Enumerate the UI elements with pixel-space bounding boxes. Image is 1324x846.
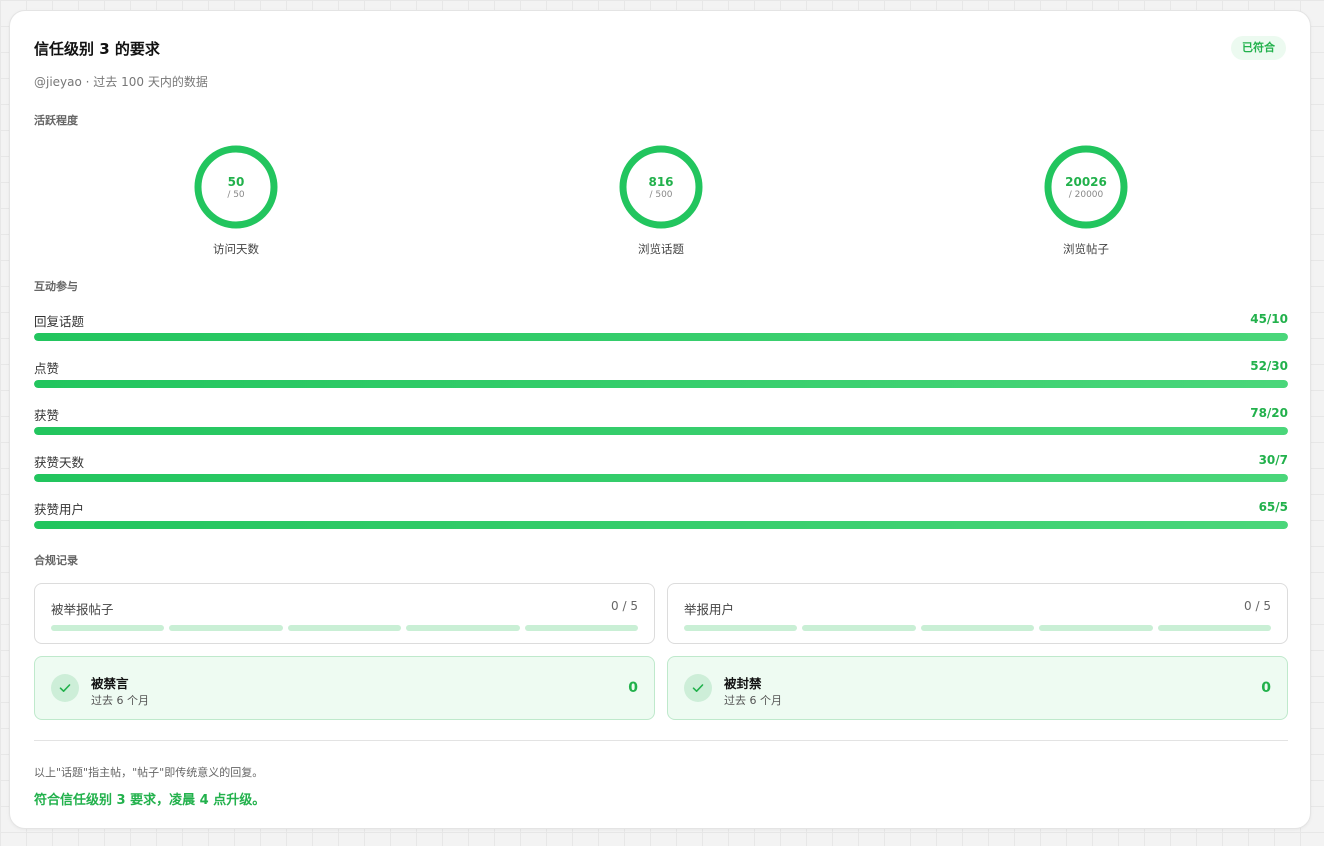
section-heading-engagement: 互动参与: [34, 280, 78, 293]
ring-target: / 50: [227, 190, 245, 200]
progress-track: [34, 427, 1288, 435]
trust-level-card: 信任级别 3 的要求 已符合 @jieyao · 过去 100 天内的数据 活跃…: [9, 10, 1311, 829]
ring-visit-days: 50 / 50 访问天数: [176, 145, 296, 265]
progress-value: 65/5: [1258, 500, 1288, 514]
ring-target: / 500: [649, 190, 673, 200]
progress-fill: [34, 333, 1288, 341]
progress-track: [34, 380, 1288, 388]
progress-label: 获赞: [34, 408, 60, 423]
progress-label: 获赞用户: [34, 502, 85, 517]
progress-value: 30/7: [1258, 453, 1288, 467]
section-heading-activity: 活跃程度: [34, 114, 78, 127]
ring-label: 访问天数: [213, 242, 259, 256]
progress-row-liked-days: 获赞天数 30/7: [34, 452, 1288, 486]
suspended-box: 被封禁 过去 6 个月 0: [667, 656, 1288, 720]
ring-value: 20026: [1065, 175, 1107, 189]
ring-value: 816: [648, 175, 674, 189]
reported-users-box: 举报用户 0 / 5: [667, 583, 1288, 644]
ban-count: 0: [628, 680, 638, 696]
section-heading-compliance: 合规记录: [34, 554, 78, 567]
segment: [684, 625, 798, 631]
ring-topics-viewed: 816 / 500 浏览话题: [601, 145, 721, 265]
progress-track: [34, 474, 1288, 482]
ring-target: / 20000: [1068, 190, 1104, 200]
progress-row-replies: 回复话题 45/10: [34, 311, 1288, 345]
card-subtitle: @jieyao · 过去 100 天内的数据: [34, 75, 208, 89]
reported-posts-box: 被举报帖子 0 / 5: [34, 583, 655, 644]
progress-row-likes-received: 获赞 78/20: [34, 405, 1288, 439]
progress-fill: [34, 474, 1288, 482]
segment: [169, 625, 283, 631]
segment: [51, 625, 165, 631]
progress-row-likes-given: 点赞 52/30: [34, 358, 1288, 392]
progress-label: 获赞天数: [34, 455, 85, 470]
check-icon: [51, 674, 79, 702]
progress-fill: [34, 521, 1288, 529]
conclusion-text: 符合信任级别 3 要求，凌晨 4 点升级。: [34, 793, 266, 808]
segment-bar: [684, 625, 1272, 631]
progress-label: 回复话题: [34, 314, 85, 329]
progress-fill: [34, 380, 1288, 388]
silenced-box: 被禁言 过去 6 个月 0: [34, 656, 655, 720]
ring-value: 50: [227, 175, 245, 189]
segment: [1039, 625, 1153, 631]
progress-value: 52/30: [1250, 359, 1288, 373]
segment: [920, 625, 1035, 631]
progress-track: [34, 521, 1288, 529]
progress-label: 点赞: [34, 361, 60, 376]
ban-title: 被封禁: [724, 676, 762, 691]
progress-value: 45/10: [1250, 312, 1288, 326]
divider: [34, 740, 1288, 741]
ban-period: 过去 6 个月: [91, 694, 149, 707]
segment: [406, 625, 520, 631]
progress-row-liked-users: 获赞用户 65/5: [34, 499, 1288, 533]
footnote: 以上"话题"指主帖，"帖子"即传统意义的回复。: [34, 766, 264, 779]
segment-bar: [51, 625, 639, 631]
check-icon: [684, 674, 712, 702]
ban-count: 0: [1261, 680, 1271, 696]
ban-period: 过去 6 个月: [724, 694, 782, 707]
report-value: 0 / 5: [1244, 599, 1271, 613]
segment: [524, 625, 639, 631]
segment: [1157, 625, 1272, 631]
ring-label: 浏览话题: [638, 242, 684, 256]
progress-track: [34, 333, 1288, 341]
report-label: 被举报帖子: [51, 602, 114, 617]
report-value: 0 / 5: [611, 599, 638, 613]
card-title: 信任级别 3 的要求: [34, 40, 160, 58]
progress-fill: [34, 427, 1288, 435]
status-badge: 已符合: [1231, 36, 1286, 60]
ban-title: 被禁言: [91, 676, 129, 691]
report-label: 举报用户: [684, 602, 735, 617]
ring-label: 浏览帖子: [1063, 242, 1109, 256]
ring-posts-viewed: 20026 / 20000 浏览帖子: [1026, 145, 1146, 265]
progress-value: 78/20: [1250, 406, 1288, 420]
segment: [802, 625, 916, 631]
segment: [287, 625, 402, 631]
